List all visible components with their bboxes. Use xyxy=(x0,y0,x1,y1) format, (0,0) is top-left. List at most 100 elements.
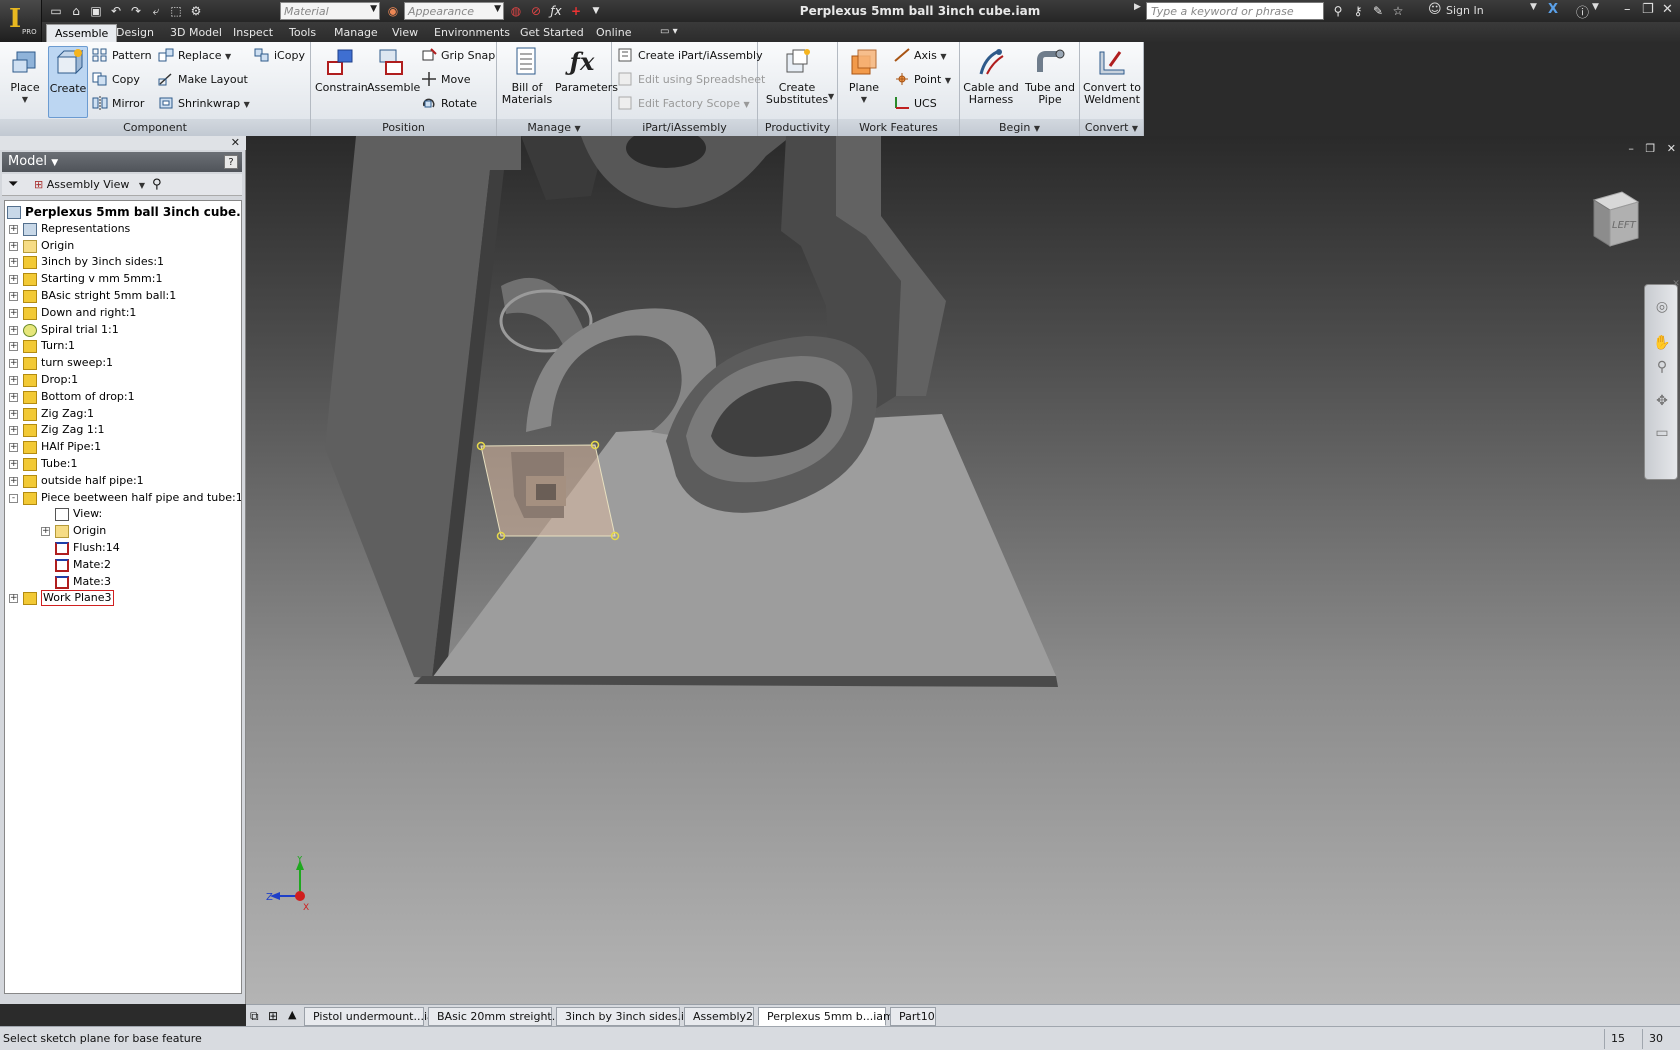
fx-icon[interactable]: ƒx xyxy=(546,4,566,18)
clear-icon[interactable]: ⊘ xyxy=(526,4,546,18)
doc-tab-2[interactable]: 3inch by 3inch sides.ipt xyxy=(556,1007,695,1026)
sign-in-link[interactable]: Sign In xyxy=(1446,4,1484,17)
restore-icon[interactable]: ❐ xyxy=(1642,2,1654,17)
panel-label-convert[interactable]: Convert ▼ xyxy=(1080,119,1143,136)
constrain-button[interactable]: Constrain xyxy=(315,46,368,94)
tab-assemble[interactable]: Assemble xyxy=(46,24,118,42)
edit-using-spreadsheet-button[interactable]: Edit using Spreadsheet xyxy=(618,70,765,90)
expand-icon[interactable]: + xyxy=(9,241,18,251)
expand-icon[interactable]: + xyxy=(9,426,18,436)
axis-button[interactable]: Axis ▼ xyxy=(894,46,946,66)
orbit-icon[interactable]: ✥ xyxy=(1653,393,1671,411)
shrinkwrap-button[interactable]: Shrinkwrap ▼ xyxy=(158,94,250,114)
binoculars-icon[interactable]: ⚲ xyxy=(1328,4,1348,18)
update-icon[interactable]: ⚙ xyxy=(186,4,206,18)
expand-icon[interactable]: + xyxy=(9,342,18,352)
doc-tab-1[interactable]: BAsic 20mm streight.ipt xyxy=(428,1007,570,1026)
expand-icon[interactable]: + xyxy=(9,275,18,285)
key-icon[interactable]: ⚷ xyxy=(1348,4,1368,18)
expand-icon[interactable]: + xyxy=(9,392,18,402)
expand-icon[interactable]: + xyxy=(9,376,18,385)
panel-label-manage[interactable]: Manage ▼ xyxy=(497,119,611,136)
assemble-button[interactable]: Assemble xyxy=(367,46,420,94)
filter-icon[interactable]: ⏷ xyxy=(8,177,18,192)
help-icon[interactable]: ⓘ xyxy=(1576,2,1589,21)
tube-and-pipe-button[interactable]: Tube and Pipe xyxy=(1022,46,1078,106)
rotate-button[interactable]: Rotate xyxy=(421,94,477,114)
tab-inspect[interactable]: Inspect xyxy=(225,24,281,42)
exchange-icon[interactable]: X xyxy=(1548,2,1558,17)
parameters-button[interactable]: ƒx Parameters xyxy=(555,46,618,94)
copy-button[interactable]: Copy xyxy=(92,70,140,90)
browser-grip[interactable]: ✕ xyxy=(0,136,246,150)
browser-close-icon[interactable]: ✕ xyxy=(231,136,240,149)
expand-icon[interactable]: + xyxy=(9,308,18,318)
place-button[interactable]: Place ▼ xyxy=(4,46,46,106)
expand-icon[interactable]: + xyxy=(9,292,18,301)
doc-tab-0[interactable]: Pistol undermount...iam xyxy=(304,1007,445,1026)
convert-to-weldment-button[interactable]: Convert to Weldment xyxy=(1082,46,1142,106)
expand-icon[interactable]: + xyxy=(9,258,18,268)
close-icon[interactable]: ✕ xyxy=(1662,2,1673,17)
new-icon[interactable]: ▭ xyxy=(46,4,66,18)
find-binoculars-icon[interactable]: ⚲ xyxy=(152,177,162,192)
panel-label-begin[interactable]: Begin ▼ xyxy=(960,119,1079,136)
select-icon[interactable]: ⬚ xyxy=(166,4,186,18)
search-expand-icon[interactable]: ▶ xyxy=(1134,2,1141,12)
cascade-windows-icon[interactable]: ⊞ xyxy=(268,1009,278,1023)
expand-icon[interactable]: + xyxy=(9,443,18,453)
browser-help-icon[interactable]: ? xyxy=(224,155,238,169)
doc-tab-5[interactable]: Part10 xyxy=(890,1007,936,1026)
expand-icon[interactable]: + xyxy=(9,476,18,486)
icopy-button[interactable]: iCopy xyxy=(254,46,305,66)
collapse-icon[interactable]: - xyxy=(9,493,18,503)
sign-in-dropdown-icon[interactable]: ▼ xyxy=(1530,2,1537,12)
redo-icon[interactable]: ↷ xyxy=(126,4,146,18)
look-at-icon[interactable]: ▭ xyxy=(1653,425,1671,443)
save-icon[interactable]: ▣ xyxy=(86,4,106,18)
expand-icon[interactable]: + xyxy=(9,359,18,369)
application-menu-button[interactable]: I PRO xyxy=(0,0,42,42)
help-search-input[interactable]: Type a keyword or phrase xyxy=(1146,2,1324,20)
edit-factory-scope-button[interactable]: Edit Factory Scope ▼ xyxy=(618,94,750,114)
browser-title-dropdown-icon[interactable]: ▼ xyxy=(51,158,58,168)
zoom-icon[interactable]: ⚲ xyxy=(1653,359,1671,377)
expand-icon[interactable]: + xyxy=(41,527,50,537)
create-button[interactable]: Create xyxy=(48,46,88,118)
customize-icon[interactable]: ▼ xyxy=(586,6,606,16)
create-substitutes-dropdown-icon[interactable]: ▼ xyxy=(828,92,834,101)
doc-tab-active[interactable]: Perplexus 5mm b...iam⊠ xyxy=(758,1007,906,1026)
tab-environments[interactable]: Environments xyxy=(426,24,518,42)
expand-icon[interactable]: + xyxy=(9,460,18,469)
viewcube[interactable]: LEFT xyxy=(1586,190,1640,248)
browser-header[interactable]: Model ▼ ? xyxy=(2,152,242,172)
create-substitutes-button[interactable]: Create Substitutes xyxy=(764,46,830,106)
navbar-close-icon[interactable]: ✕ xyxy=(1667,279,1680,297)
pattern-button[interactable]: Pattern xyxy=(92,46,152,66)
communication-icon[interactable]: ✎ xyxy=(1368,4,1388,18)
help-dropdown-icon[interactable]: ▼ xyxy=(1592,2,1599,12)
pan-hand-icon[interactable]: ✋ xyxy=(1653,335,1671,353)
point-button[interactable]: Point ▼ xyxy=(894,70,951,90)
open-icon[interactable]: ⌂ xyxy=(66,4,86,18)
adjust-icon[interactable]: ◍ xyxy=(506,4,526,18)
expand-icon[interactable]: + xyxy=(9,224,18,234)
expand-icon[interactable]: + xyxy=(9,409,18,419)
tab-manage[interactable]: Manage xyxy=(326,24,386,42)
tab-get-started[interactable]: Get Started xyxy=(512,24,592,42)
doc-tab-3[interactable]: Assembly2 xyxy=(684,1007,754,1026)
tab-tools[interactable]: Tools xyxy=(281,24,324,42)
assembly-view-dropdown[interactable]: ⊞ Assembly View ▼ xyxy=(34,178,145,191)
ucs-button[interactable]: UCS xyxy=(894,94,937,114)
cable-and-harness-button[interactable]: Cable and Harness xyxy=(962,46,1020,106)
return-icon[interactable]: ⤶ xyxy=(146,4,166,19)
appearance-dropdown[interactable]: Appearance ▼ xyxy=(404,2,504,20)
replace-button[interactable]: Replace ▼ xyxy=(158,46,231,66)
open-documents-menu-icon[interactable]: ▲ xyxy=(288,1008,296,1021)
expand-icon[interactable]: + xyxy=(9,594,18,604)
move-button[interactable]: Move xyxy=(421,70,471,90)
plane-button[interactable]: Plane ▼ xyxy=(844,46,884,106)
graphics-viewport[interactable]: – ❐ ✕ LEFT ✕ ◎ ✋ ⚲ ✥ ▭ Z Y X xyxy=(246,136,1680,1004)
mirror-button[interactable]: Mirror xyxy=(92,94,144,114)
create-ipart-button[interactable]: Create iPart/iAssembly xyxy=(618,46,763,66)
